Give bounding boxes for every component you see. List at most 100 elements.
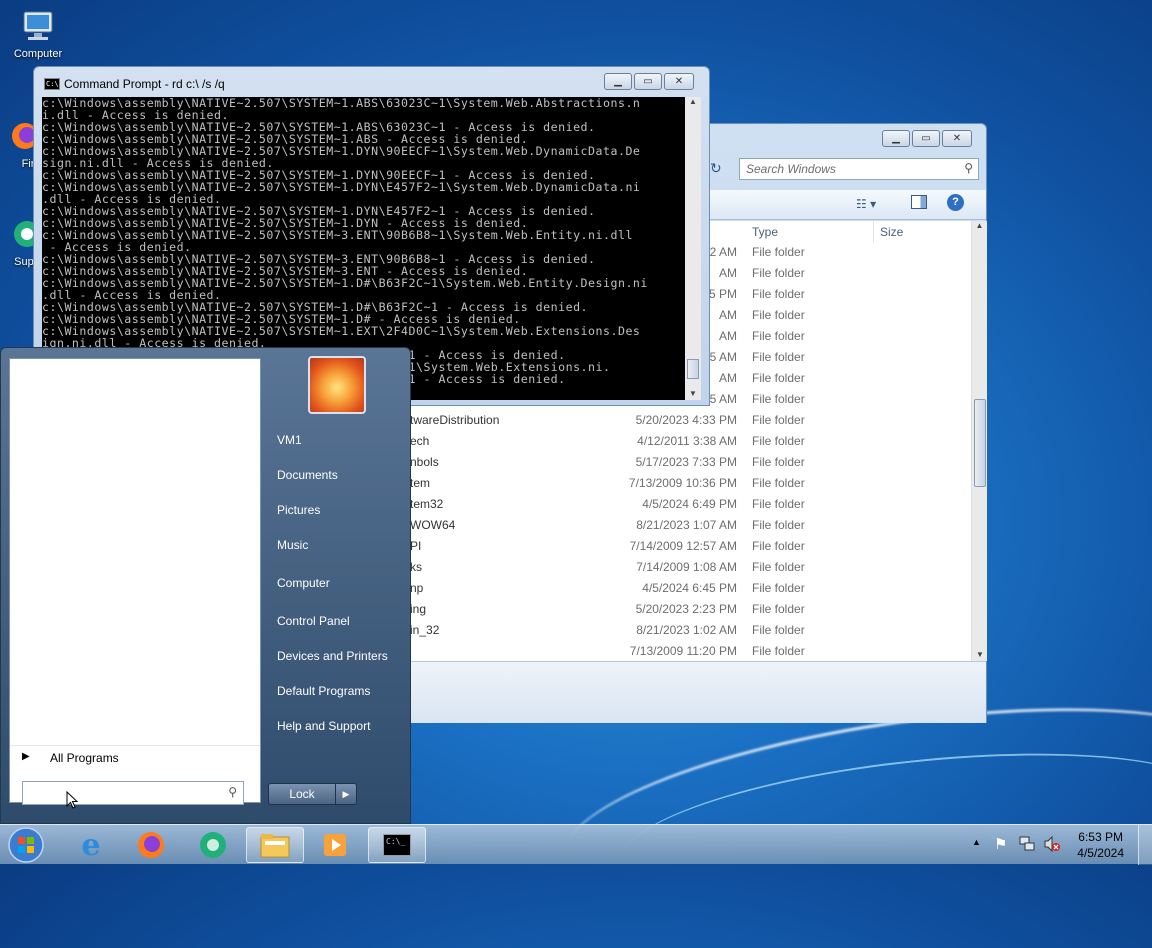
maximize-button[interactable]: ▭ bbox=[912, 130, 940, 147]
start-item-help-support[interactable]: Help and Support bbox=[277, 719, 370, 733]
start-item-control-panel[interactable]: Control Panel bbox=[277, 614, 350, 628]
file-name: nbols bbox=[410, 455, 439, 469]
system-clock[interactable]: 6:53 PM 4/5/2024 bbox=[1077, 829, 1124, 861]
table-row[interactable]: twareDistribution 5/20/2023 4:33 PM File f… bbox=[396, 410, 971, 431]
start-item-documents[interactable]: Documents bbox=[277, 468, 338, 482]
search-icon: ⚲ bbox=[228, 785, 237, 799]
firefox-shortcut-icon bbox=[5, 118, 38, 156]
table-row[interactable]: PI 7/14/2009 12:57 AM File folder bbox=[396, 536, 971, 557]
volume-muted-icon[interactable] bbox=[1043, 835, 1061, 856]
date-modified: 7/13/2009 10:36 PM bbox=[628, 476, 737, 490]
cmd-scrollbar[interactable]: ▲ ▼ bbox=[685, 97, 701, 400]
table-row[interactable]: WOW64 8/21/2023 1:07 AM File folder bbox=[396, 515, 971, 536]
taskbar-firefox[interactable] bbox=[122, 827, 180, 863]
user-picture[interactable] bbox=[308, 356, 366, 414]
file-type: File folder bbox=[752, 560, 805, 574]
start-item-devices-printers[interactable]: Devices and Printers bbox=[277, 649, 388, 663]
date-modified: 5/20/2023 4:33 PM bbox=[635, 413, 737, 427]
table-row[interactable]: in_32 8/21/2023 1:02 AM File folder bbox=[396, 620, 971, 641]
file-type: File folder bbox=[752, 644, 805, 658]
explorer-window-controls: ▁ ▭ ✕ bbox=[882, 130, 972, 147]
start-item-pictures[interactable]: Pictures bbox=[277, 503, 320, 517]
start-item-default-programs[interactable]: Default Programs bbox=[277, 684, 370, 698]
file-type: File folder bbox=[752, 245, 805, 259]
close-button[interactable]: ✕ bbox=[664, 73, 694, 90]
start-item-computer[interactable]: Computer bbox=[277, 576, 330, 590]
computer-icon bbox=[18, 8, 58, 46]
column-header-size[interactable]: Size bbox=[873, 221, 903, 243]
search-input[interactable]: Search Windows ⚲ bbox=[739, 158, 979, 180]
shutdown-options-button[interactable]: ▶ bbox=[335, 783, 357, 805]
file-type: File folder bbox=[752, 602, 805, 616]
desktop-icon-label: Computer bbox=[13, 48, 63, 60]
table-row[interactable]: 7/13/2009 11:20 PM File folder bbox=[396, 641, 971, 662]
scrollbar-thumb[interactable] bbox=[687, 359, 699, 379]
file-type: File folder bbox=[752, 308, 805, 322]
taskbar-internet-explorer[interactable]: e bbox=[62, 827, 120, 863]
file-name: tem bbox=[410, 476, 431, 490]
maximize-button[interactable]: ▭ bbox=[634, 73, 662, 90]
table-row[interactable]: np 4/5/2024 6:45 PM File folder bbox=[396, 578, 971, 599]
start-button[interactable] bbox=[4, 826, 48, 864]
file-name: ech bbox=[410, 434, 430, 448]
taskbar-app[interactable] bbox=[184, 827, 242, 863]
file-type: File folder bbox=[752, 266, 805, 280]
scroll-down-arrow[interactable]: ▼ bbox=[685, 389, 701, 398]
table-row[interactable]: ech 4/12/2011 3:38 AM File folder bbox=[396, 431, 971, 452]
preview-pane-icon[interactable] bbox=[911, 195, 927, 209]
firefox-icon bbox=[138, 832, 164, 858]
all-programs-button[interactable]: ▶ All Programs bbox=[10, 745, 260, 769]
taskbar-windows-explorer[interactable] bbox=[246, 827, 304, 863]
date-modified: AM bbox=[719, 308, 737, 322]
show-desktop-button[interactable] bbox=[1138, 825, 1152, 865]
start-item-user[interactable]: VM1 bbox=[277, 433, 302, 447]
table-row[interactable]: tem 7/13/2009 10:36 PM File folder bbox=[396, 473, 971, 494]
internet-explorer-icon: e bbox=[81, 827, 101, 863]
file-name: in_32 bbox=[410, 623, 440, 637]
help-icon[interactable]: ? bbox=[947, 194, 964, 211]
minimize-button[interactable]: ▁ bbox=[882, 130, 910, 147]
scroll-up-arrow[interactable]: ▲ bbox=[685, 97, 701, 106]
date-modified: 5/20/2023 2:23 PM bbox=[635, 602, 737, 616]
clock-time: 6:53 PM bbox=[1078, 830, 1123, 844]
file-name: PI bbox=[410, 539, 422, 553]
file-type: File folder bbox=[752, 287, 805, 301]
date-modified: 8/21/2023 1:07 AM bbox=[636, 518, 737, 532]
show-hidden-icons-icon[interactable]: ▲ bbox=[972, 837, 981, 847]
table-row[interactable]: ing 5/20/2023 2:23 PM File folder bbox=[396, 599, 971, 620]
date-modified: 5 PM bbox=[708, 287, 737, 301]
date-modified: AM bbox=[719, 329, 737, 343]
date-modified: AM bbox=[719, 266, 737, 280]
cmd-window-controls: ▁ ▭ ✕ bbox=[604, 73, 694, 90]
table-row[interactable]: ks 7/14/2009 1:08 AM File folder bbox=[396, 557, 971, 578]
date-modified: AM bbox=[719, 371, 737, 385]
divider bbox=[271, 602, 401, 603]
file-type: File folder bbox=[752, 476, 805, 490]
table-row[interactable]: nbols 5/17/2023 7:33 PM File folder bbox=[396, 452, 971, 473]
start-search-input[interactable]: ⚲ bbox=[22, 781, 244, 805]
minimize-button[interactable]: ▁ bbox=[604, 73, 632, 90]
desktop-icon-label: Fir bbox=[21, 158, 35, 170]
explorer-scrollbar[interactable]: ▲ ▼ bbox=[971, 221, 987, 661]
action-center-flag-icon[interactable]: ⚑ bbox=[994, 835, 1007, 853]
network-icon[interactable] bbox=[1018, 835, 1036, 856]
scroll-up-arrow[interactable]: ▲ bbox=[972, 221, 987, 230]
close-button[interactable]: ✕ bbox=[942, 130, 972, 147]
desktop-icon-computer[interactable]: Computer bbox=[8, 8, 68, 60]
view-options-icon[interactable]: ☷ ▾ bbox=[856, 197, 876, 211]
lock-button[interactable]: Lock bbox=[268, 783, 336, 805]
start-item-music[interactable]: Music bbox=[277, 538, 308, 552]
scroll-down-arrow[interactable]: ▼ bbox=[972, 650, 988, 659]
scrollbar-thumb[interactable] bbox=[974, 399, 986, 487]
taskbar-media-player[interactable] bbox=[306, 827, 364, 863]
taskbar: e C:\_ ▲ ⚑ 6:53 PM 4/5/2024 bbox=[0, 824, 1152, 865]
table-row[interactable]: tem32 4/5/2024 6:49 PM File folder bbox=[396, 494, 971, 515]
start-programs-pane: ▶ All Programs ⚲ bbox=[9, 358, 261, 809]
column-header-type[interactable]: Type bbox=[752, 221, 778, 243]
media-player-icon bbox=[324, 834, 346, 856]
refresh-icon[interactable]: ↻ bbox=[710, 160, 722, 177]
taskbar-command-prompt[interactable]: C:\_ bbox=[368, 827, 426, 863]
app-icon bbox=[200, 832, 226, 858]
date-modified: 5/17/2023 7:33 PM bbox=[635, 455, 737, 469]
divider bbox=[271, 564, 401, 565]
